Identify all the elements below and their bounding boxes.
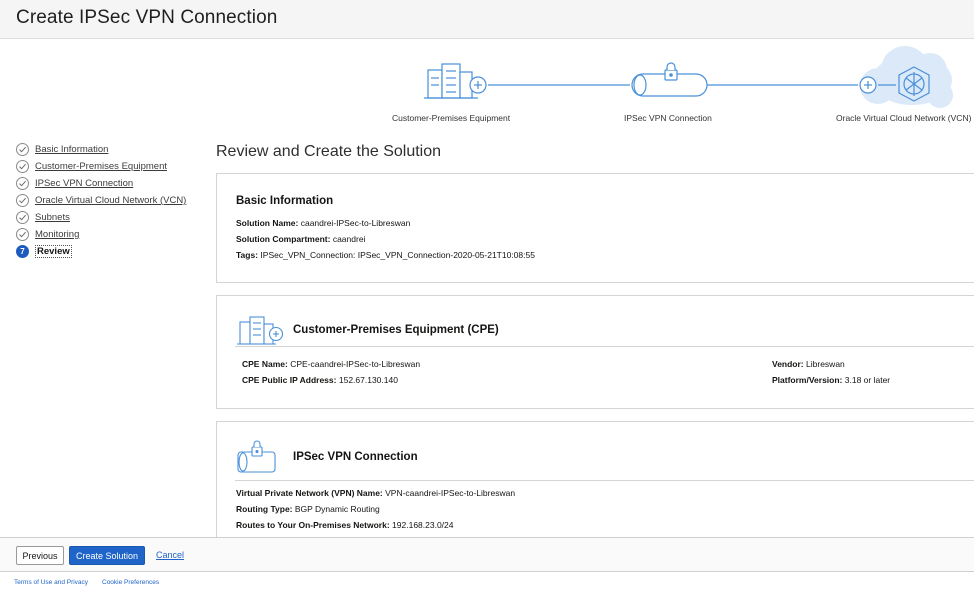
legal-footer: Terms of Use and Privacy Cookie Preferen… bbox=[0, 571, 974, 591]
cancel-link[interactable]: Cancel bbox=[156, 550, 184, 560]
cpe-name-field: CPE Name: CPE-caandrei-IPSec-to-Libreswa… bbox=[242, 359, 421, 369]
platform-version-field: Platform/Version: 3.18 or later bbox=[772, 375, 891, 385]
terms-link[interactable]: Terms of Use and Privacy bbox=[14, 579, 88, 586]
step-label: Basic Information bbox=[35, 144, 109, 155]
wizard-steps: Basic Information Customer-Premises Equi… bbox=[16, 141, 206, 260]
page-header: Create IPSec VPN Connection bbox=[0, 0, 974, 39]
step-subnets[interactable]: Subnets bbox=[16, 209, 206, 226]
section-title: Review and Create the Solution bbox=[216, 143, 442, 160]
step-label: Subnets bbox=[35, 212, 70, 223]
card-heading: Basic Information bbox=[236, 195, 334, 207]
step-label: Monitoring bbox=[35, 229, 80, 240]
on-prem-routes-field: Routes to Your On-Premises Network: 192.… bbox=[236, 520, 454, 530]
card-heading: Customer-Premises Equipment (CPE) bbox=[293, 324, 499, 336]
vpn-name-field: Virtual Private Network (VPN) Name: VPN-… bbox=[236, 488, 516, 498]
previous-button[interactable]: Previous bbox=[16, 546, 64, 565]
step-label: Review bbox=[35, 245, 72, 258]
step-label: Oracle Virtual Cloud Network (VCN) bbox=[35, 195, 187, 206]
divider bbox=[235, 346, 974, 347]
check-circle-icon bbox=[16, 177, 29, 190]
diagram-label-vcn: Oracle Virtual Cloud Network (VCN) bbox=[836, 113, 972, 123]
check-circle-icon bbox=[16, 211, 29, 224]
solution-name-field: Solution Name: caandrei-IPSec-to-Libresw… bbox=[236, 218, 411, 228]
step-monitoring[interactable]: Monitoring bbox=[16, 226, 206, 243]
step-number-icon: 7 bbox=[16, 245, 29, 258]
divider bbox=[235, 480, 974, 481]
server-rack-icon bbox=[237, 316, 284, 345]
check-circle-icon bbox=[16, 143, 29, 156]
ipsec-vpn-card: IPSec VPN Connection Virtual Private Net… bbox=[216, 421, 974, 551]
step-oracle-vcn[interactable]: Oracle Virtual Cloud Network (VCN) bbox=[16, 192, 206, 209]
step-ipsec-vpn-connection[interactable]: IPSec VPN Connection bbox=[16, 175, 206, 192]
basic-information-card: Basic Information Solution Name: caandre… bbox=[216, 173, 974, 283]
step-label: Customer-Premises Equipment bbox=[35, 161, 167, 172]
check-circle-icon bbox=[16, 160, 29, 173]
vpn-tunnel-icon bbox=[631, 62, 708, 97]
page-title: Create IPSec VPN Connection bbox=[16, 7, 278, 28]
tags-field: Tags: IPSec_VPN_Connection: IPSec_VPN_Co… bbox=[236, 250, 535, 260]
card-heading: IPSec VPN Connection bbox=[293, 451, 418, 463]
cpe-public-ip-field: CPE Public IP Address: 152.67.130.140 bbox=[242, 375, 398, 385]
diagram-label-vpn: IPSec VPN Connection bbox=[624, 113, 712, 123]
step-label: IPSec VPN Connection bbox=[35, 178, 134, 189]
solution-compartment-field: Solution Compartment: caandrei bbox=[236, 234, 366, 244]
cookie-preferences-link[interactable]: Cookie Preferences bbox=[102, 579, 159, 586]
topology-diagram: Customer-Premises Equipment IPSec VPN Co… bbox=[0, 40, 974, 130]
create-solution-button[interactable]: Create Solution bbox=[69, 546, 145, 565]
server-rack-icon bbox=[424, 63, 487, 99]
action-bar: Previous Create Solution Cancel bbox=[0, 537, 974, 571]
vpn-tunnel-icon bbox=[237, 440, 276, 473]
step-review[interactable]: 7 Review bbox=[16, 243, 206, 260]
step-basic-information[interactable]: Basic Information bbox=[16, 141, 206, 158]
diagram-label-cpe: Customer-Premises Equipment bbox=[392, 113, 511, 123]
vendor-field: Vendor: Libreswan bbox=[772, 359, 845, 369]
check-circle-icon bbox=[16, 194, 29, 207]
check-circle-icon bbox=[16, 228, 29, 241]
step-customer-premises-equipment[interactable]: Customer-Premises Equipment bbox=[16, 158, 206, 175]
cpe-card: Customer-Premises Equipment (CPE) CPE Na… bbox=[216, 295, 974, 409]
routing-type-field: Routing Type: BGP Dynamic Routing bbox=[236, 504, 380, 514]
